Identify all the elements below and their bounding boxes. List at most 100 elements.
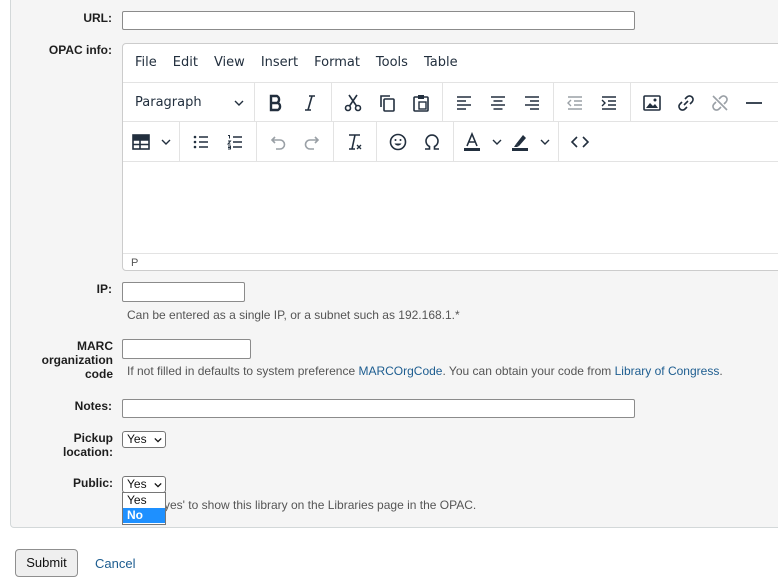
horizontal-rule-icon: [746, 101, 762, 104]
insert-image-button[interactable]: [635, 88, 669, 118]
public-select[interactable]: Yes: [122, 476, 166, 493]
public-option-no[interactable]: No: [123, 508, 165, 523]
public-value: Yes: [127, 477, 147, 491]
marc-org-code-label: MARC organization code: [30, 339, 113, 381]
table-icon: [132, 133, 150, 150]
submit-button[interactable]: Submit: [15, 549, 78, 577]
align-right-icon: [525, 95, 539, 110]
special-char-button[interactable]: [415, 127, 449, 157]
undo-button[interactable]: [261, 127, 295, 157]
marc-org-code-input[interactable]: [122, 339, 251, 359]
notes-label: Notes:: [74, 399, 112, 413]
ip-input[interactable]: [122, 282, 245, 302]
editor-toolbar-row-1: Paragraph: [123, 82, 778, 122]
url-label: URL:: [83, 11, 112, 25]
copy-icon: [380, 94, 395, 112]
public-option-yes[interactable]: Yes: [123, 493, 165, 508]
marc-hint-text-2: . You can obtain your code from: [442, 364, 615, 378]
menu-insert[interactable]: Insert: [253, 44, 306, 82]
ip-hint: Can be entered as a single IP, or a subn…: [127, 308, 460, 322]
align-center-icon: [491, 95, 505, 110]
pickup-label-line-1: Pickup: [73, 431, 113, 445]
numbered-list-icon: [226, 134, 242, 149]
pickup-location-select[interactable]: Yes: [122, 431, 166, 448]
pickup-location-value: Yes: [127, 432, 147, 446]
unlink-icon: [712, 94, 728, 111]
text-color-icon: [464, 131, 480, 151]
chevron-down-icon: [492, 139, 502, 145]
menu-tools[interactable]: Tools: [368, 44, 416, 82]
block-format-value: Paragraph: [135, 95, 202, 110]
horizontal-rule-button[interactable]: [737, 88, 771, 118]
indent-button[interactable]: [592, 88, 626, 118]
source-code-button[interactable]: [563, 127, 597, 157]
marc-hint-text-3: .: [719, 364, 723, 378]
bullet-list-button[interactable]: [184, 127, 218, 157]
block-format-select[interactable]: Paragraph: [127, 88, 250, 118]
menu-format[interactable]: Format: [306, 44, 368, 82]
library-of-congress-link[interactable]: Library of Congress: [615, 364, 720, 378]
scissors-icon: [344, 94, 362, 111]
marcorgcode-link[interactable]: MARCOrgCode: [358, 364, 442, 378]
align-left-button[interactable]: [447, 88, 481, 118]
cancel-link[interactable]: Cancel: [95, 556, 135, 571]
editor-content-area[interactable]: [123, 161, 778, 254]
bold-button[interactable]: [259, 88, 293, 118]
marc-hint-text-1: If not filled in defaults to system pref…: [127, 364, 359, 378]
paste-icon: [413, 94, 429, 112]
marc-label-line-2: organization: [41, 353, 113, 367]
marc-label-line-1: MARC: [77, 339, 113, 353]
clear-formatting-button[interactable]: [338, 127, 372, 157]
notes-input[interactable]: [122, 399, 635, 418]
italic-icon: [305, 94, 315, 111]
copy-button[interactable]: [370, 88, 404, 118]
text-color-button[interactable]: [458, 127, 506, 157]
marc-hint: If not filled in defaults to system pref…: [127, 364, 723, 378]
chevron-down-icon: [234, 100, 244, 106]
numbered-list-button[interactable]: [218, 127, 252, 157]
italic-button[interactable]: [293, 88, 327, 118]
align-left-icon: [457, 95, 471, 110]
pickup-label-line-2: location:: [63, 445, 113, 459]
opac-info-editor: File Edit View Insert Format Tools Table…: [122, 43, 778, 271]
menu-file[interactable]: File: [127, 44, 165, 82]
redo-button[interactable]: [295, 127, 329, 157]
unlink-button[interactable]: [703, 88, 737, 118]
insert-link-button[interactable]: [669, 88, 703, 118]
table-button[interactable]: [127, 127, 175, 157]
editor-statusbar: P: [123, 253, 778, 270]
indent-icon: [601, 95, 616, 110]
cut-button[interactable]: [336, 88, 370, 118]
align-center-button[interactable]: [481, 88, 515, 118]
bold-icon: [269, 94, 282, 111]
smiley-icon: [389, 133, 407, 150]
chevron-down-icon: [154, 482, 162, 488]
menu-edit[interactable]: Edit: [165, 44, 206, 82]
undo-icon: [270, 135, 286, 150]
public-hint: yes' to show this library on the Librari…: [164, 498, 477, 512]
link-icon: [678, 94, 694, 111]
background-color-button[interactable]: [506, 127, 554, 157]
editor-menubar: File Edit View Insert Format Tools Table: [123, 44, 778, 82]
bullet-list-icon: [193, 135, 208, 148]
public-dropdown-list: Yes No: [122, 492, 166, 525]
menu-table[interactable]: Table: [416, 44, 466, 82]
omega-icon: [425, 133, 439, 150]
chevron-down-icon: [154, 437, 162, 443]
code-icon: [570, 135, 590, 148]
element-path[interactable]: P: [131, 257, 138, 269]
url-input[interactable]: [122, 11, 635, 30]
emoticons-button[interactable]: [381, 127, 415, 157]
chevron-down-icon: [161, 139, 171, 145]
redo-icon: [304, 135, 320, 150]
outdent-button[interactable]: [558, 88, 592, 118]
align-right-button[interactable]: [515, 88, 549, 118]
ip-label: IP:: [96, 282, 112, 296]
image-icon: [643, 94, 661, 111]
highlighter-icon: [512, 134, 528, 151]
paste-button[interactable]: [404, 88, 438, 118]
marc-label-line-3: code: [84, 367, 113, 381]
menu-view[interactable]: View: [206, 44, 253, 82]
outdent-icon: [567, 95, 582, 110]
opac-info-label: OPAC info:: [48, 43, 112, 57]
